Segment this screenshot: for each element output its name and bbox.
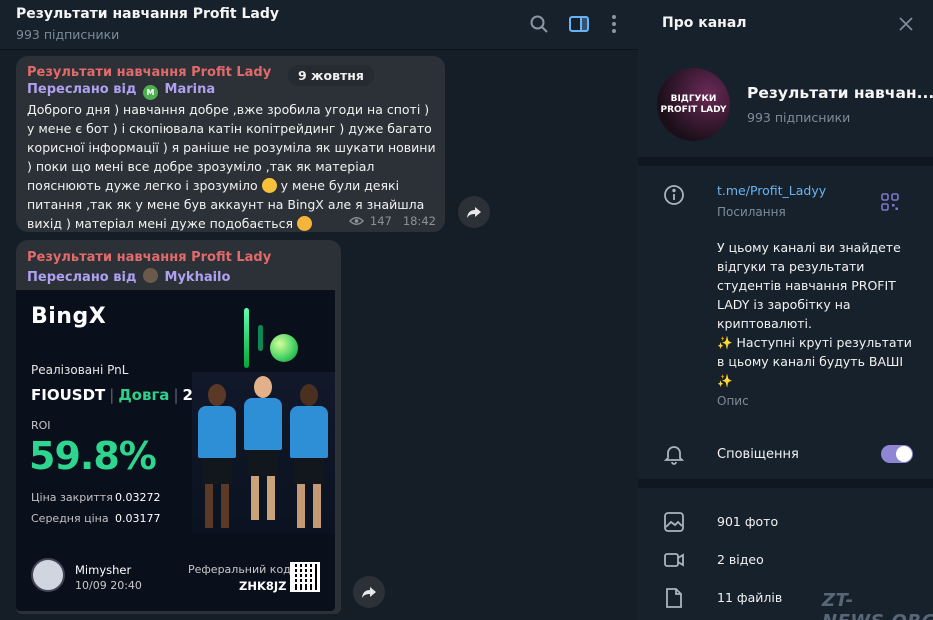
watermark: ZT-NEWS.ORG.UA: [822, 590, 933, 620]
avg-price-row: Середня ціна 0.03177: [31, 512, 161, 525]
video-icon: [662, 548, 686, 572]
channel-info-panel: Про канал ВІДГУКИ PROFIT LADY Результати…: [638, 0, 933, 620]
message-sender[interactable]: Результати навчання Profit Lady: [27, 250, 271, 265]
divider: [638, 479, 933, 488]
avg-price-value: 0.03177: [115, 512, 161, 525]
notifications-toggle[interactable]: [881, 445, 913, 463]
player-figure: [242, 376, 284, 534]
roi-label: ROI: [31, 419, 51, 432]
link-caption: Посилання: [717, 205, 786, 219]
heart-eyes-emoji-icon: [296, 216, 312, 231]
view-count: 147: [369, 214, 392, 228]
decorative-bar: [258, 325, 263, 351]
files-count: 11 файлів: [717, 590, 783, 605]
player-figure: [288, 384, 330, 534]
card-username: Mimysher: [75, 563, 132, 577]
channel-description: У цьому каналі ви знайдете відгуки та ре…: [717, 240, 912, 388]
chat-header[interactable]: Результати навчання Profit Lady 993 підп…: [0, 0, 638, 50]
message-meta: 147 18:42: [349, 214, 436, 228]
referral-code: ZHK8JZ: [239, 579, 287, 593]
photo-icon: [662, 510, 686, 534]
bell-icon: [662, 442, 686, 466]
divider: [638, 157, 933, 166]
trade-screenshot-photo[interactable]: BingX Реалізовані PnL FIOUSDT|Довга|20X …: [16, 290, 335, 611]
forward-arrow-icon: [467, 207, 481, 218]
bingx-logo: BingX: [31, 304, 107, 329]
search-icon[interactable]: [527, 12, 551, 36]
photos-count: 901 фото: [717, 514, 779, 529]
qr-code-icon: [290, 562, 320, 592]
avatar-text: ВІДГУКИ: [670, 94, 717, 104]
avatar-text: PROFIT LADY: [660, 105, 727, 115]
forward-arrow-icon: [362, 587, 376, 598]
eye-icon: [349, 217, 365, 225]
referral-label: Реферальний код: [188, 563, 291, 576]
qr-code-icon[interactable]: [880, 192, 900, 212]
notifications-label: Сповіщення: [717, 447, 799, 462]
player-figure: [196, 384, 238, 534]
decorative-bar: [244, 308, 249, 368]
forwarded-from[interactable]: Переслано від M Marina: [27, 82, 215, 100]
close-price-value: 0.03272: [115, 491, 161, 504]
decorative-ball: [270, 334, 298, 362]
forwarded-label: Переслано від: [27, 82, 137, 97]
channel-link[interactable]: t.me/Profit_Ladyy: [717, 183, 826, 198]
forwarded-avatar: [142, 268, 158, 283]
sidebar-toggle-icon[interactable]: [567, 12, 591, 36]
message-bubble[interactable]: Результати навчання Profit Lady Переслан…: [16, 240, 341, 614]
chat-subscribers: 993 підписники: [16, 27, 120, 42]
trade-side: Довга: [118, 386, 170, 404]
message-sender[interactable]: Результати навчання Profit Lady: [27, 65, 271, 80]
close-price-row: Ціна закриття 0.03272: [31, 491, 161, 504]
forwarded-from[interactable]: Переслано від Mykhailo: [27, 268, 230, 285]
date-badge: 9 жовтня: [288, 65, 374, 86]
message-bubble[interactable]: Результати навчання Profit Lady 9 жовтня…: [16, 56, 445, 232]
more-menu-icon[interactable]: [602, 12, 626, 36]
media-row-videos[interactable]: 2 відео: [638, 542, 933, 578]
roi-value: 59.8%: [29, 434, 157, 478]
chat-title[interactable]: Результати навчання Profit Lady: [16, 6, 279, 22]
trade-pair: FIOUSDT: [31, 386, 106, 404]
wink-emoji-icon: [261, 178, 277, 193]
message-time: 18:42: [402, 214, 436, 228]
panel-title: Про канал: [662, 15, 747, 31]
channel-avatar[interactable]: ВІДГУКИ PROFIT LADY: [657, 68, 730, 141]
share-button[interactable]: [353, 576, 385, 608]
avg-price-label: Середня ціна: [31, 512, 109, 525]
pnl-label: Реалізовані PnL: [31, 363, 129, 377]
forwarded-avatar: M: [142, 85, 158, 100]
trade-pair-line: FIOUSDT|Довга|20X: [31, 386, 215, 404]
channel-name: Результати навчан...: [747, 84, 933, 102]
videos-count: 2 відео: [717, 552, 764, 567]
media-row-photos[interactable]: 901 фото: [638, 504, 933, 540]
info-icon: [662, 183, 686, 207]
share-button[interactable]: [458, 196, 490, 228]
forwarded-label: Переслано від: [27, 270, 137, 285]
card-datetime: 10/09 20:40: [75, 579, 142, 592]
user-avatar: [31, 558, 65, 592]
players-image: [192, 372, 335, 534]
forwarded-name[interactable]: Mykhailo: [165, 270, 231, 285]
close-price-label: Ціна закриття: [31, 491, 113, 504]
forwarded-name[interactable]: Marina: [165, 82, 216, 97]
close-icon[interactable]: [898, 16, 914, 32]
channel-subscribers: 993 підписники: [747, 110, 851, 125]
description-caption: Опис: [717, 394, 749, 408]
file-icon: [662, 586, 686, 610]
chat-area: Результати навчання Profit Lady 993 підп…: [0, 0, 638, 620]
